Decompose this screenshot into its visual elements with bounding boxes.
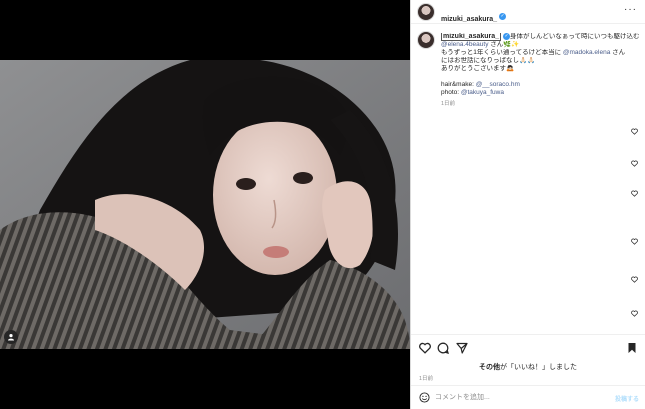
action-bar	[419, 342, 639, 356]
credit-label: hair&make:	[441, 81, 476, 89]
header-username[interactable]: mizuki_asakura_	[441, 16, 497, 23]
mention-link[interactable]: @madoka.elena	[563, 49, 610, 56]
emoji-icon[interactable]	[419, 392, 430, 403]
post-photo[interactable]	[0, 60, 410, 349]
heart-icon[interactable]	[631, 190, 638, 197]
mention-link[interactable]: @__soraco.hm	[476, 81, 520, 88]
header-username-wrap: mizuki_asakura_ ✓	[441, 8, 507, 26]
verified-badge-icon: ✓	[503, 33, 511, 40]
post-comment-button[interactable]: 投稿する	[615, 394, 639, 403]
bookmark-icon[interactable]	[626, 342, 638, 354]
share-icon[interactable]	[456, 342, 468, 354]
caption-line-1: 身体がしんどいなぁって時にいつも駆け込む	[510, 33, 640, 41]
heart-icon[interactable]	[631, 276, 638, 283]
caption-username[interactable]: mizuki_asakura_	[441, 33, 502, 42]
heart-icon[interactable]	[631, 310, 638, 317]
avatar[interactable]	[417, 3, 435, 21]
verified-badge-icon: ✓	[499, 13, 507, 21]
likes-suffix: が「いいね！」しました	[500, 364, 577, 371]
caption-line-2: さん🌿✨	[488, 41, 520, 49]
caption-avatar[interactable]	[417, 31, 435, 49]
post-details-pane: mizuki_asakura_ ✓ ··· mizuki_asakura_ ✓身体が…	[410, 0, 645, 409]
heart-icon[interactable]	[631, 238, 638, 245]
comment-icon[interactable]	[437, 342, 449, 354]
portrait-image	[0, 60, 410, 349]
comment-input[interactable]	[435, 390, 595, 404]
caption-line-5: ありがとうございます🙇🏻	[441, 65, 515, 73]
more-options-icon[interactable]: ···	[624, 5, 637, 15]
mention-link[interactable]: @takuya_fuwa	[461, 89, 504, 96]
caption-timestamp[interactable]: 1日前	[441, 100, 641, 108]
divider	[411, 334, 645, 335]
heart-icon[interactable]	[631, 160, 638, 167]
post-timestamp[interactable]: 1日前	[419, 374, 433, 382]
heart-icon[interactable]	[419, 342, 431, 354]
mention-link[interactable]: @elena.4beauty	[441, 41, 488, 48]
comment-bar: 投稿する	[411, 385, 645, 409]
likes-prefix: その他	[479, 364, 500, 371]
post-media-pane	[0, 0, 410, 409]
caption: mizuki_asakura_ ✓身体がしんどいなぁって時にいつも駆け込む @el…	[441, 33, 641, 108]
caption-line-3b: さん	[610, 49, 626, 57]
caption-line-4: にはお世話になりっぱなし🙏🏻🙏🏻	[441, 57, 536, 65]
caption-line-3a: もうずっと1年くらい通ってるけど本当に	[441, 49, 563, 57]
likes-summary[interactable]: その他が「いいね！」しました	[411, 362, 645, 372]
post-header: mizuki_asakura_ ✓ ···	[411, 0, 645, 24]
heart-icon[interactable]	[631, 128, 638, 135]
credit-label: photo:	[441, 89, 461, 97]
user-tag-icon[interactable]	[4, 330, 18, 344]
